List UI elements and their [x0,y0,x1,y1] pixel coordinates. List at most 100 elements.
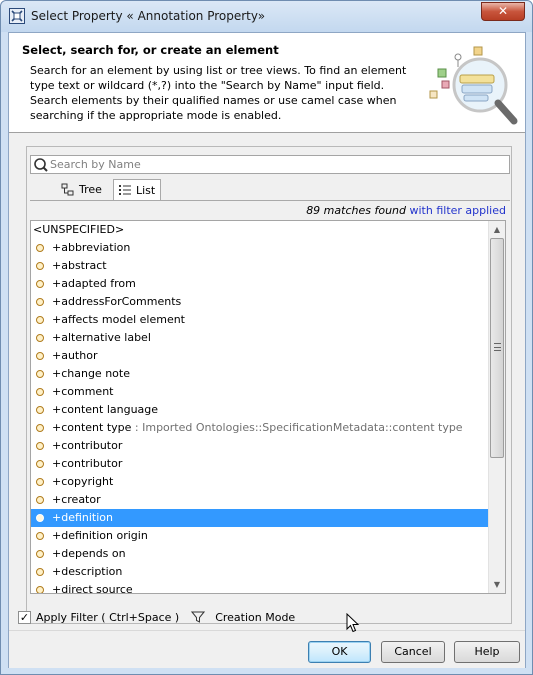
property-icon [36,424,44,432]
vertical-scrollbar[interactable]: ▲ ▼ [488,221,505,593]
list-item[interactable]: +direct source [31,581,489,594]
window-title: Select Property « Annotation Property» [31,9,266,23]
dialog-body: Select, search for, or create an element… [8,32,526,668]
header-panel: Select, search for, or create an element… [9,33,525,133]
creation-mode-button[interactable]: Creation Mode [215,611,295,624]
scroll-thumb[interactable] [490,238,504,458]
tab-list[interactable]: List [113,179,161,200]
list-item[interactable]: +definition [31,509,489,527]
tab-tree-label: Tree [79,183,102,196]
list-item-label: +direct source [52,581,133,594]
list-item[interactable]: +description [31,563,489,581]
property-icon [36,370,44,378]
property-icon [36,460,44,468]
mouse-cursor-icon [346,613,360,633]
list-item[interactable]: +adapted from [31,275,489,293]
property-icon [36,316,44,324]
property-name: +adapted from [52,277,136,290]
list-item[interactable]: +depends on [31,545,489,563]
list-item[interactable]: +contributor [31,455,489,473]
property-name: +definition [52,511,113,524]
list-item-label: +definition [52,509,113,527]
match-status: 89 matches found with filter applied [306,204,506,217]
filter-row: ✓ Apply Filter ( Ctrl+Space ) Creation M… [18,608,295,626]
list-item[interactable]: +creator [31,491,489,509]
match-count: 89 matches found [306,204,406,217]
property-icon [36,478,44,486]
list-item[interactable]: +content type : Imported Ontologies::Spe… [31,419,489,437]
list-item-unspecified[interactable]: <UNSPECIFIED> [31,221,489,239]
list-item-label: +addressForComments [52,293,181,311]
tab-tree[interactable]: Tree [55,179,115,200]
property-name: +addressForComments [52,295,182,308]
list-item-label: +definition origin [52,527,148,545]
property-name: +creator [52,493,101,506]
list-item[interactable]: +comment [31,383,489,401]
property-name: +description [52,565,123,578]
property-name: +abbreviation [52,241,131,254]
header-description: Search for an element by using list or t… [30,64,407,122]
button-bar: OK Cancel Help [9,630,525,668]
list-item-label: +comment [52,383,113,401]
list-item-label: +copyright [52,473,113,491]
search-box [30,155,510,174]
apply-filter-label[interactable]: Apply Filter ( Ctrl+Space ) [36,611,179,624]
close-button[interactable]: ✕ [481,2,525,21]
list-item[interactable]: +contributor [31,437,489,455]
property-icon [36,532,44,540]
magnifier-illustration-icon [429,46,518,125]
search-panel: Tree List 89 matches found with filter a… [26,146,512,624]
property-icon [36,514,44,522]
property-name: +direct source [52,583,133,594]
dialog-window: Select Property « Annotation Property» ✕… [0,0,533,675]
list-icon [119,184,131,195]
property-name: +comment [52,385,114,398]
property-name: +copyright [52,475,114,488]
funnel-icon[interactable] [191,610,206,624]
list-item[interactable]: +abbreviation [31,239,489,257]
help-button[interactable]: Help [454,641,520,663]
property-icon [36,550,44,558]
cancel-button[interactable]: Cancel [381,641,445,663]
list-item-label: +alternative label [52,329,151,347]
list-item[interactable]: +change note [31,365,489,383]
property-icon [36,334,44,342]
scroll-down-icon[interactable]: ▼ [489,576,505,593]
list-item[interactable]: +abstract [31,257,489,275]
list-item-label: +contributor [52,455,122,473]
list-item-label: +affects model element [52,311,185,329]
list-item[interactable]: +affects model element [31,311,489,329]
tab-divider [30,200,510,201]
property-icon [36,406,44,414]
list-item[interactable]: +definition origin [31,527,489,545]
list-item[interactable]: +copyright [31,473,489,491]
apply-filter-checkbox[interactable]: ✓ [18,610,31,624]
property-icon [36,586,44,593]
property-icon [36,388,44,396]
list-item-label: +content language [52,401,158,419]
list-item-label: +creator [52,491,101,509]
list-item-label: +abbreviation [52,239,130,257]
property-name: +alternative label [52,331,151,344]
property-type: : Imported Ontologies::SpecificationMeta… [131,421,463,434]
list-item[interactable]: +content language [31,401,489,419]
search-icon [34,158,48,172]
element-list[interactable]: <UNSPECIFIED> +abbreviation +abstract +ada… [30,220,506,594]
list-item-label: +abstract [52,257,107,275]
property-icon [36,280,44,288]
list-item-label: +content type : Imported Ontologies::Spe… [52,419,463,437]
search-input[interactable] [48,156,506,173]
list-item-label: <UNSPECIFIED> [33,223,125,236]
filter-applied-link[interactable]: with filter applied [410,204,507,217]
tab-list-label: List [136,183,156,197]
scroll-up-icon[interactable]: ▲ [489,221,505,238]
property-icon [36,496,44,504]
property-name: +contributor [52,439,123,452]
ok-button[interactable]: OK [308,641,371,663]
property-icon [36,262,44,270]
list-item[interactable]: +addressForComments [31,293,489,311]
list-item[interactable]: +author [31,347,489,365]
list-item[interactable]: +alternative label [31,329,489,347]
title-bar[interactable]: Select Property « Annotation Property» ✕ [1,1,532,32]
list-item-label: +change note [52,365,130,383]
